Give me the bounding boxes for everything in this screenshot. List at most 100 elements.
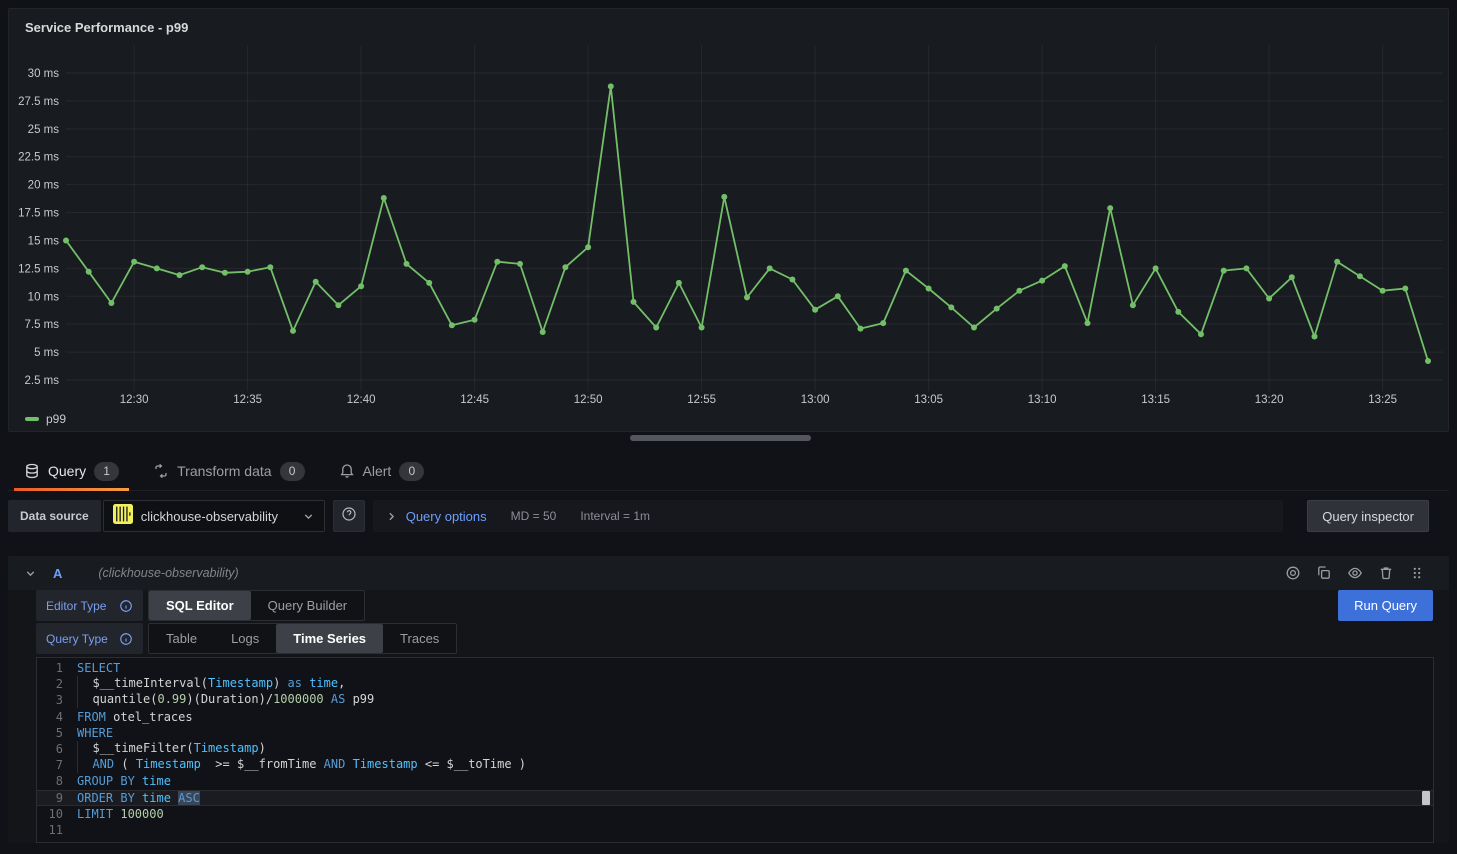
query-options-toggle[interactable]: Query options xyxy=(406,509,487,524)
datasource-row: Data source clickhouse-observability Que… xyxy=(8,500,1449,532)
data-point xyxy=(880,320,886,326)
y-tick-label: 20 ms xyxy=(28,180,60,192)
y-tick-label: 30 ms xyxy=(28,68,60,80)
code-text: $__timeFilter(Timestamp) xyxy=(77,741,266,757)
data-point xyxy=(1062,263,1068,269)
query-type-table[interactable]: Table xyxy=(149,624,214,653)
data-point xyxy=(449,322,455,328)
code-text: FROM otel_traces xyxy=(77,710,193,724)
code-line-10[interactable]: 10LIMIT 100000 xyxy=(37,806,1433,822)
line-number: 7 xyxy=(37,758,77,772)
datasource-picker[interactable]: clickhouse-observability xyxy=(103,500,325,532)
editor-type-query-builder[interactable]: Query Builder xyxy=(251,591,364,620)
data-point xyxy=(222,270,228,276)
bell-icon xyxy=(339,463,355,479)
data-point xyxy=(1380,288,1386,294)
data-point xyxy=(472,317,478,323)
grid-lines xyxy=(66,45,1443,391)
clickhouse-logo-icon xyxy=(113,504,133,529)
data-point xyxy=(86,269,92,275)
data-point xyxy=(1221,268,1227,274)
data-point xyxy=(1243,265,1249,271)
data-point xyxy=(381,195,387,201)
interval-value: Interval = 1m xyxy=(580,509,650,523)
y-tick-label: 22.5 ms xyxy=(18,152,59,164)
editor-type-label: Editor Type xyxy=(36,590,143,621)
timeseries-plot[interactable]: 30 ms27.5 ms25 ms22.5 ms20 ms17.5 ms15 m… xyxy=(9,9,1448,431)
code-line-2[interactable]: 2$__timeInterval(Timestamp) as time, xyxy=(37,676,1433,692)
data-point xyxy=(290,328,296,334)
data-point xyxy=(926,286,932,292)
data-point xyxy=(1425,358,1431,364)
datasource-label: Data source xyxy=(8,500,101,532)
sql-code-editor[interactable]: 1SELECT2$__timeInterval(Timestamp) as ti… xyxy=(36,657,1434,843)
tab-alert[interactable]: Alert0 xyxy=(329,452,435,490)
data-point xyxy=(1016,288,1022,294)
editor-type-sql-editor[interactable]: SQL Editor xyxy=(149,591,251,620)
series-p99 xyxy=(63,83,1431,364)
query-inspector-button[interactable]: Query inspector xyxy=(1307,500,1429,532)
line-number: 3 xyxy=(37,693,77,707)
data-point xyxy=(245,269,251,275)
datasource-help-button[interactable] xyxy=(333,500,365,532)
code-line-5[interactable]: 5WHERE xyxy=(37,725,1433,741)
code-line-8[interactable]: 8GROUP BY time xyxy=(37,773,1433,789)
query-row-actions xyxy=(1285,565,1425,581)
query-type-traces[interactable]: Traces xyxy=(383,624,456,653)
data-point xyxy=(1039,278,1045,284)
run-query-button[interactable]: Run Query xyxy=(1338,590,1433,621)
pane-resize-handle[interactable] xyxy=(630,435,811,441)
legend-item-p99[interactable]: p99 xyxy=(25,412,66,426)
code-line-6[interactable]: 6$__timeFilter(Timestamp) xyxy=(37,741,1433,757)
data-point xyxy=(858,326,864,332)
x-tick-label: 12:30 xyxy=(120,394,149,406)
code-line-4[interactable]: 4FROM otel_traces xyxy=(37,709,1433,725)
remove-query-icon[interactable] xyxy=(1378,565,1394,581)
data-point xyxy=(1289,274,1295,280)
info-circle-icon[interactable] xyxy=(119,632,133,646)
data-point xyxy=(994,306,1000,312)
y-tick-label: 10 ms xyxy=(28,291,60,303)
data-point xyxy=(131,259,137,265)
code-text: WHERE xyxy=(77,726,113,740)
query-type-time-series[interactable]: Time Series xyxy=(276,624,383,653)
x-tick-label: 12:55 xyxy=(687,394,716,406)
data-point xyxy=(835,293,841,299)
tab-transform-data[interactable]: Transform data0 xyxy=(143,452,314,490)
code-text: AND ( Timestamp >= $__fromTime AND Times… xyxy=(77,757,526,773)
chart-legend: p99 xyxy=(25,412,66,426)
data-point xyxy=(1266,296,1272,302)
code-line-7[interactable]: 7AND ( Timestamp >= $__fromTime AND Time… xyxy=(37,757,1433,773)
disable-query-icon[interactable] xyxy=(1285,565,1301,581)
drag-handle-icon[interactable] xyxy=(1409,565,1425,581)
x-tick-label: 12:45 xyxy=(460,394,489,406)
y-tick-label: 27.5 ms xyxy=(18,96,59,108)
code-line-1[interactable]: 1SELECT xyxy=(37,660,1433,676)
info-circle-icon[interactable] xyxy=(119,599,133,613)
code-line-3[interactable]: 3quantile(0.99)(Duration)/1000000 AS p99 xyxy=(37,692,1433,708)
x-tick-label: 12:40 xyxy=(347,394,376,406)
data-point xyxy=(1312,334,1318,340)
tab-label: Transform data xyxy=(177,463,271,479)
code-text: SELECT xyxy=(77,661,120,675)
data-point xyxy=(494,259,500,265)
angle-right-icon[interactable] xyxy=(385,510,398,523)
code-line-11[interactable]: 11 xyxy=(37,822,1433,838)
code-line-9[interactable]: 9ORDER BY time ASC xyxy=(37,790,1433,806)
duplicate-query-icon[interactable] xyxy=(1316,565,1332,581)
data-point xyxy=(1085,320,1091,326)
code-text: LIMIT 100000 xyxy=(77,807,164,821)
line-number: 8 xyxy=(37,774,77,788)
data-point xyxy=(177,272,183,278)
hide-response-icon[interactable] xyxy=(1347,565,1363,581)
tab-label: Query xyxy=(48,463,86,479)
chevron-down-icon[interactable] xyxy=(24,567,37,580)
data-point xyxy=(1153,265,1159,271)
query-ref-id[interactable]: A xyxy=(53,566,62,581)
tab-label: Alert xyxy=(363,463,392,479)
data-point xyxy=(562,264,568,270)
query-type-logs[interactable]: Logs xyxy=(214,624,276,653)
data-point xyxy=(426,280,432,286)
tab-query[interactable]: Query1 xyxy=(14,452,129,490)
y-tick-label: 5 ms xyxy=(34,347,59,359)
